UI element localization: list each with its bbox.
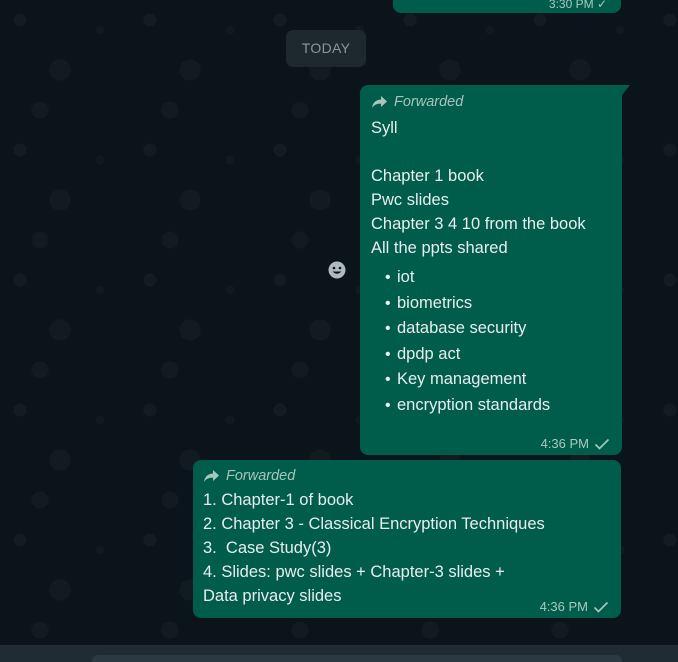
bullet-dot: • [385,371,391,388]
bullet-item: • encryption standards [385,393,612,419]
message-bubble[interactable]: Forwarded 1. Chapter-1 of book 2. Chapte… [193,460,621,618]
bullet-text: biometrics [397,293,473,312]
message-time: 3:30 PM [548,0,594,11]
react-button[interactable] [322,255,351,284]
message-timestamp: 4:36 PM [541,436,610,451]
forwarded-label: Forwarded [226,468,296,484]
bullet-text: encryption standards [397,395,551,414]
message-input[interactable] [92,655,622,662]
bullet-dot: • [385,320,391,337]
bullet-dot: • [385,396,391,414]
forward-arrow-icon [372,96,387,108]
message-text-line: Chapter 3 4 10 from the book [371,215,586,233]
message-time: 4:36 PM [540,436,589,451]
message-text-line: Chapter 1 book [371,167,484,185]
single-check-icon [594,438,610,450]
bullet-item: • biometrics [385,291,612,317]
message-text-line [371,140,612,164]
bullet-text: iot [397,268,415,286]
message-time: 4:36 PM [539,599,588,614]
forwarded-indicator: Forwarded [371,93,612,111]
emoji-smiley-icon [328,261,345,278]
message-text-line: 3. Case Study(3) [203,539,332,557]
forward-arrow-icon [204,470,219,482]
message-text-line: 1. Chapter-1 of book [203,491,354,509]
bullet-dot: • [385,294,391,312]
single-check-icon: ✓ [596,0,607,11]
message-text-line: Pwc slides [371,191,449,209]
bullet-list: • iot • biometrics • database security • dpd… [371,265,612,418]
bullet-item: • Key management [385,367,612,393]
message-body: 1. Chapter-1 of book 2. Chapter 3 - Clas… [203,488,611,608]
single-check-icon [593,601,609,613]
chat-panel: 3:30 PM ✓ TODAY Forwarded Syll Chapter 1… [0,0,678,662]
forwarded-label: Forwarded [394,94,464,110]
forwarded-indicator: Forwarded [203,467,611,485]
bullet-item: • dpdp act [385,342,612,368]
message-text-line: 2. Chapter 3 - Classical Encryption Tech… [203,515,545,533]
message-text-line: 4. Slides: pwc slides + Chapter-3 slides… [203,563,505,581]
bullet-item: • database security [385,316,612,342]
bullet-item: • iot [385,265,612,291]
message-timestamp: 3:30 PM ✓ [549,0,607,11]
bullet-dot: • [385,345,391,363]
bullet-dot: • [385,269,391,286]
previous-message-bubble[interactable]: 3:30 PM ✓ [393,0,621,13]
bubble-tail [622,85,630,95]
message-bubble[interactable]: Forwarded Syll Chapter 1 book Pwc slides… [360,85,630,455]
bullet-text: dpdp act [397,344,461,363]
message-timestamp: 4:36 PM [540,599,609,614]
message-text-line: Syll [371,119,398,137]
date-divider: TODAY [286,30,366,67]
message-text-line: All the ppts shared [371,239,508,257]
bullet-text: database security [397,319,527,337]
bullet-text: Key management [397,370,527,388]
